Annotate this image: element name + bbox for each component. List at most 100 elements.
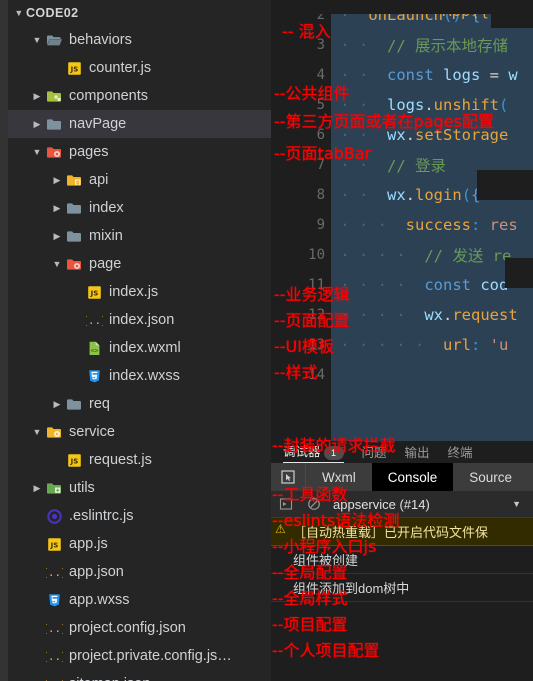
tree-item-sitemap-json[interactable]: {..} sitemap.json [8,670,271,681]
tree-item-label: index.json [109,312,175,328]
chevron-down-icon[interactable]: ▼ [12,8,26,18]
tree-item-label: pages [69,144,109,160]
tree-item-navpage[interactable]: ▶ navPage [8,110,271,138]
code-token: . [405,186,416,204]
tree-item-pages[interactable]: ▼ pages [8,138,271,166]
tree-item-api[interactable]: ▶ api [8,166,271,194]
code-token: const [424,276,471,294]
svg-text:JS: JS [69,65,78,73]
chevron-right-icon[interactable]: ▶ [50,175,64,185]
code-token: 'u [489,336,509,354]
code-line: · · const logs = w [331,60,533,90]
json-icon: {..} [44,620,64,637]
code-token: res [489,216,518,234]
tree-item-label: request.js [89,452,152,468]
devtools-tab-source[interactable]: Source [453,463,528,491]
editor-right-notch [491,14,533,28]
chevron-down-icon[interactable]: ▼ [30,35,44,45]
chevron-right-icon[interactable]: ▶ [30,483,44,493]
annotation-text: --全局配置 [272,563,348,582]
tree-item-app-json[interactable]: {..} app.json [8,558,271,586]
gutter-top-mask [271,0,331,14]
tree-item-index[interactable]: ▶ index [8,194,271,222]
code-token: w [508,66,518,84]
chevron-right-icon[interactable]: ▶ [50,203,64,213]
tree-item-label: mixin [89,228,123,244]
tree-item-service[interactable]: ▼ service [8,418,271,446]
wxml-icon: <> [84,340,104,357]
annotation-text: --全局样式 [272,589,348,608]
tree-item-project-config-json[interactable]: {..} project.config.json [8,614,271,642]
tree-item-counter-js[interactable]: JS counter.js [8,54,271,82]
file-tree[interactable]: ▼ CODE02 ▼ behaviors JS counter.js ▶ componen… [8,0,271,681]
code-token: wx [424,306,443,324]
code-token: ( [499,96,509,114]
tree-item-components[interactable]: ▶ components [8,82,271,110]
folder-components-icon [44,88,64,105]
tree-item-utils[interactable]: ▶ utils [8,474,271,502]
chevron-right-icon[interactable]: ▶ [50,231,64,241]
tree-item-index-json[interactable]: {..} index.json [8,306,271,334]
devtools-tab-label: Source [469,469,513,485]
code-token: url [442,336,471,354]
indent-guide: · · · · · [331,336,443,354]
chevron-right-icon[interactable]: ▶ [50,399,64,409]
folder-pages-icon [44,144,64,161]
tree-root-code02[interactable]: ▼ CODE02 [8,0,271,26]
tree-item-index-wxss[interactable]: index.wxss [8,362,271,390]
activity-bar [0,0,8,681]
annotation-text: --样式 [274,363,318,382]
tree-item-project-private-config-js[interactable]: {..} project.private.config.js… [8,642,271,670]
panel-tab-3[interactable]: 输出 [405,442,430,463]
json-icon: {..} [44,676,64,681]
wxss-icon [44,592,64,609]
tree-item-label: .eslintrc.js [69,508,134,524]
folder-open-plain-icon [44,32,64,49]
svg-text:<>: <> [90,346,98,354]
chevron-right-icon[interactable]: ▶ [30,119,44,129]
chevron-right-icon[interactable]: ▶ [30,91,44,101]
chevron-down-icon[interactable]: ▼ [30,147,44,157]
tree-item-page[interactable]: ▼ page [8,250,271,278]
annotation-text: --第三方页面或者在pages配置 [274,112,494,131]
line-number-label: 8 [316,187,325,203]
file-explorer-panel: ▼ CODE02 ▼ behaviors JS counter.js ▶ componen… [8,0,271,681]
tree-item-req[interactable]: ▶ req [8,390,271,418]
code-content[interactable]: App({ · onLaunch() { · · // 展示本地存储 · · c… [331,0,533,441]
code-line: · · · · // 发送 re [331,240,533,270]
devtools-tab-console[interactable]: Console [371,463,454,491]
folder-service-icon [44,424,64,441]
tree-item-label: api [89,172,109,188]
tree-item-behaviors[interactable]: ▼ behaviors [8,26,271,54]
tree-item-app-js[interactable]: JS app.js [8,530,271,558]
tree-item-mixin[interactable]: ▶ mixin [8,222,271,250]
code-line: · · · · wx. request [331,300,533,330]
folder-utils-icon [44,480,64,497]
folder-plain-icon [64,228,84,245]
code-token: // 登录 [387,157,446,175]
tree-item-label: utils [69,480,95,496]
tree-item-index-wxml[interactable]: <> index.wxml [8,334,271,362]
chevron-down-icon[interactable]: ▼ [30,427,44,437]
tree-item-label: project.config.json [69,620,186,636]
line-number-label: 10 [308,247,325,263]
tree-item-index-js[interactable]: JS index.js [8,278,271,306]
annotation-text: --公共组件 [274,84,350,103]
chevron-down-icon[interactable]: ▼ [512,499,521,509]
code-token: // 发送 re [424,247,512,265]
panel-tab-4[interactable]: 终端 [448,442,473,463]
tree-item-app-wxss[interactable]: app.wxss [8,586,271,614]
tree-item-label: navPage [69,116,127,132]
line-number: 8 [271,180,331,210]
tree-item-label: index.js [109,284,159,300]
chevron-down-icon[interactable]: ▼ [50,259,64,269]
tree-item--eslintrc-js[interactable]: .eslintrc.js [8,502,271,530]
wxss-icon [84,368,104,385]
eslint-icon [44,508,64,525]
code-token: : [470,336,490,354]
tree-item-label: behaviors [69,32,132,48]
line-number: 10⌄ [271,240,345,270]
tree-item-request-js[interactable]: JS request.js [8,446,271,474]
annotation-text: --小程序入口js [272,537,377,556]
